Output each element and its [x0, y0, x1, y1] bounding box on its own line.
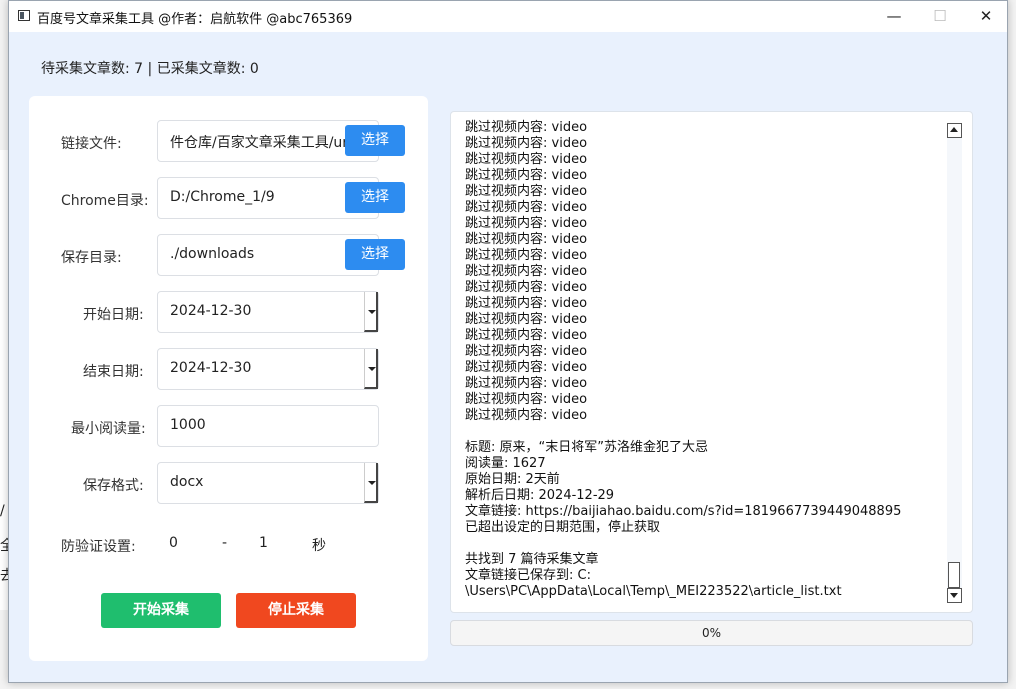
- link-file-label: 链接文件:: [61, 136, 122, 152]
- settings-panel: 链接文件: 件仓库/百家文章采集工具/urls 选择 Chrome目录: D:/…: [29, 96, 428, 661]
- min-reads-label: 最小阅读量:: [71, 421, 146, 437]
- end-date-picker[interactable]: 2024-12-30: [157, 348, 379, 390]
- save-dir-value: ./downloads: [170, 246, 255, 262]
- log-line: 文章链接已保存到: C:: [465, 568, 591, 583]
- log-line: 文章链接: https://baijiahao.baidu.com/s?id=1…: [465, 504, 902, 519]
- start-date-label: 开始日期:: [83, 307, 144, 323]
- log-line: 跳过视频内容: video: [465, 136, 588, 151]
- save-format-label: 保存格式:: [83, 478, 144, 494]
- log-line: 原始日期: 2天前: [465, 472, 560, 487]
- chevron-down-icon[interactable]: [364, 292, 378, 332]
- log-line: 解析后日期: 2024-12-29: [465, 488, 615, 503]
- log-line: 跳过视频内容: video: [465, 152, 588, 167]
- log-line: 标题: 原来，“末日将军”苏洛维金犯了大忌: [465, 440, 708, 455]
- log-line: 已超出设定的日期范围，停止获取: [465, 520, 661, 535]
- chrome-dir-label: Chrome目录:: [61, 193, 149, 209]
- log-line: 跳过视频内容: video: [465, 216, 588, 231]
- log-panel[interactable]: 跳过视频内容: video 跳过视频内容: video 跳过视频内容: video 跳…: [450, 111, 973, 613]
- log-line: 跳过视频内容: video: [465, 264, 588, 279]
- anti-verify-label: 防验证设置:: [61, 539, 136, 555]
- save-format-value: docx: [170, 474, 204, 490]
- close-button[interactable]: ✕: [963, 1, 1009, 32]
- log-line: 跳过视频内容: video: [465, 184, 588, 199]
- start-date-picker[interactable]: 2024-12-30: [157, 291, 379, 333]
- log-line: 跳过视频内容: video: [465, 344, 588, 359]
- chevron-down-icon[interactable]: [364, 463, 378, 503]
- anti-verify-min-input[interactable]: 0: [169, 535, 178, 551]
- anti-verify-max-input[interactable]: 1: [259, 535, 268, 551]
- scroll-down-arrow-icon[interactable]: [947, 588, 962, 603]
- maximize-button[interactable]: ☐: [917, 1, 963, 32]
- minimize-button[interactable]: —: [871, 1, 917, 32]
- log-scrollbar[interactable]: [947, 123, 962, 603]
- log-line: \Users\PC\AppData\Local\Temp\_MEI223522\…: [465, 584, 842, 599]
- scrollbar-thumb[interactable]: [948, 562, 960, 588]
- log-line: 跳过视频内容: video: [465, 120, 588, 135]
- chrome-dir-value: D:/Chrome_1/9: [170, 189, 275, 205]
- save-dir-select-button[interactable]: 选择: [345, 239, 405, 270]
- progress-bar: 0%: [450, 620, 973, 646]
- log-line: 共找到 7 篇待采集文章: [465, 552, 599, 567]
- end-date-label: 结束日期:: [83, 364, 144, 380]
- log-line: 跳过视频内容: video: [465, 376, 588, 391]
- log-line: 跳过视频内容: video: [465, 360, 588, 375]
- log-line: 跳过视频内容: video: [465, 168, 588, 183]
- log-line: 跳过视频内容: video: [465, 328, 588, 343]
- end-date-value: 2024-12-30: [170, 360, 252, 376]
- log-line: 跳过视频内容: video: [465, 280, 588, 295]
- chrome-dir-select-button[interactable]: 选择: [345, 182, 405, 213]
- log-line: 跳过视频内容: video: [465, 248, 588, 263]
- log-line: 跳过视频内容: video: [465, 408, 588, 423]
- min-reads-input[interactable]: 1000: [157, 405, 379, 447]
- log-line: 跳过视频内容: video: [465, 200, 588, 215]
- app-window: 百度号文章采集工具 @作者：启航软件 @abc765369 — ☐ ✕ 待采集文…: [8, 0, 1008, 683]
- log-output: 跳过视频内容: video 跳过视频内容: video 跳过视频内容: video 跳…: [465, 120, 945, 600]
- save-dir-label: 保存目录:: [61, 250, 122, 266]
- article-count-status: 待采集文章数: 7 | 已采集文章数: 0: [41, 61, 259, 77]
- link-file-value: 件仓库/百家文章采集工具/urls: [170, 135, 345, 151]
- log-line: 跳过视频内容: video: [465, 296, 588, 311]
- start-collect-button[interactable]: 开始采集: [101, 593, 221, 628]
- chevron-down-icon[interactable]: [364, 349, 378, 389]
- start-date-value: 2024-12-30: [170, 303, 252, 319]
- min-reads-value: 1000: [170, 417, 206, 433]
- log-line: 跳过视频内容: video: [465, 392, 588, 407]
- scroll-up-arrow-icon[interactable]: [947, 123, 962, 138]
- log-line: 跳过视频内容: video: [465, 232, 588, 247]
- stop-collect-button[interactable]: 停止采集: [236, 593, 356, 628]
- log-line: 阅读量: 1627: [465, 456, 546, 471]
- anti-verify-unit: 秒: [312, 538, 326, 554]
- save-format-select[interactable]: docx: [157, 462, 379, 504]
- anti-verify-separator: -: [222, 535, 228, 551]
- window-title: 百度号文章采集工具 @作者：启航软件 @abc765369: [37, 12, 353, 27]
- log-line: 跳过视频内容: video: [465, 312, 588, 327]
- link-file-select-button[interactable]: 选择: [345, 125, 405, 156]
- title-bar[interactable]: 百度号文章采集工具 @作者：启航软件 @abc765369 — ☐ ✕: [9, 1, 1007, 32]
- progress-text: 0%: [701, 626, 722, 640]
- app-icon: [18, 10, 30, 21]
